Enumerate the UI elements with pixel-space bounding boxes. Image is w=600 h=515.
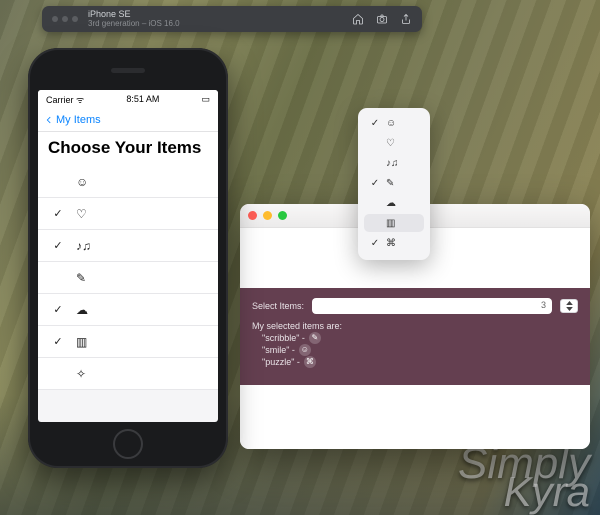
status-time: 8:51 AM xyxy=(126,94,159,104)
result-list: "scribble" - ✎"smile" - ☺"puzzle" - ⌘ xyxy=(252,332,578,368)
purple-section: Select Items: 3 My selected items are: "… xyxy=(240,288,590,385)
home-button[interactable] xyxy=(113,429,143,459)
popover-glyph: ▥ xyxy=(386,218,395,229)
popover-item[interactable]: ☁ xyxy=(364,194,424,212)
traffic-lights[interactable] xyxy=(248,211,287,220)
mac-lower-blank xyxy=(240,385,590,449)
item-glyph: ✎ xyxy=(76,271,86,285)
item-glyph: ☺ xyxy=(76,175,88,189)
popover-item[interactable]: ✓☺ xyxy=(364,114,424,132)
home-icon[interactable] xyxy=(352,13,364,25)
result-label: "smile" - xyxy=(262,344,295,356)
wifi-icon: ᯤ xyxy=(76,95,84,105)
banner-info: iPhone SE 3rd generation – iOS 16.0 xyxy=(88,10,342,28)
watermark: Simply Kyra xyxy=(458,446,590,509)
zoom-icon[interactable] xyxy=(278,211,287,220)
result-line: "smile" - ☺ xyxy=(262,344,578,356)
list-item[interactable]: ✓♡ xyxy=(38,198,218,230)
stepper-down[interactable] xyxy=(561,306,577,312)
checkmark-icon: ✓ xyxy=(370,238,380,249)
popover-item[interactable]: ✓⌘ xyxy=(364,234,424,252)
popover-glyph: ☺ xyxy=(386,118,396,129)
banner-icons xyxy=(352,13,412,25)
checkmark-icon: ✓ xyxy=(52,303,64,316)
select-label: Select Items: xyxy=(252,300,304,312)
popover-item[interactable]: ✓✎ xyxy=(364,174,424,192)
result-label: "scribble" - xyxy=(262,332,305,344)
checkmark-icon: ✓ xyxy=(370,178,380,189)
popover-glyph: ✎ xyxy=(386,178,394,189)
list-item[interactable]: ✧ xyxy=(38,358,218,390)
popover-glyph: ♡ xyxy=(386,138,395,149)
nav-bar[interactable]: My Items xyxy=(38,108,218,132)
item-glyph: ✧ xyxy=(76,367,86,381)
battery-icon: ▭ xyxy=(201,94,210,105)
popover-item[interactable]: ♡ xyxy=(364,134,424,152)
result-line: "puzzle" - ⌘ xyxy=(262,356,578,368)
list-item[interactable]: ✎ xyxy=(38,262,218,294)
list-item[interactable]: ✓☁ xyxy=(38,294,218,326)
result-glyph: ✎ xyxy=(309,332,321,344)
list-item[interactable]: ☺ xyxy=(38,166,218,198)
result-glyph: ☺ xyxy=(299,344,311,356)
item-glyph: ☁ xyxy=(76,303,88,317)
select-field[interactable]: 3 xyxy=(312,298,552,314)
checkmark-icon: ✓ xyxy=(370,118,380,129)
selected-count-badge: 3 xyxy=(541,299,546,311)
camera-icon[interactable] xyxy=(376,13,388,25)
item-list: ☺✓♡✓♪♫✎✓☁✓▥✧ xyxy=(38,166,218,390)
list-item[interactable]: ✓ ♪♫ xyxy=(38,230,218,262)
popover-item[interactable]: ▥ xyxy=(364,214,424,232)
page-title: Choose Your Items xyxy=(38,132,218,166)
iphone-device: Carrier ᯤ 8:51 AM ▭ My Items Choose Your… xyxy=(28,48,228,468)
banner-subtitle: 3rd generation – iOS 16.0 xyxy=(88,20,342,28)
status-bar: Carrier ᯤ 8:51 AM ▭ xyxy=(38,90,218,108)
item-glyph: ▥ xyxy=(76,335,87,349)
result-line: "scribble" - ✎ xyxy=(262,332,578,344)
iphone-speaker xyxy=(111,68,145,73)
back-label: My Items xyxy=(56,114,101,126)
checkmark-icon: ✓ xyxy=(52,335,64,348)
mac-body: Select Items: 3 My selected items are: "… xyxy=(240,228,590,449)
simulator-banner: iPhone SE 3rd generation – iOS 16.0 xyxy=(42,6,422,32)
share-icon[interactable] xyxy=(400,13,412,25)
popover-item[interactable]: ♪♫ xyxy=(364,154,424,172)
item-glyph: ♪♫ xyxy=(76,239,91,253)
minimize-icon[interactable] xyxy=(263,211,272,220)
checkmark-icon: ✓ xyxy=(52,239,64,252)
iphone-screen: Carrier ᯤ 8:51 AM ▭ My Items Choose Your… xyxy=(38,90,218,422)
close-icon[interactable] xyxy=(248,211,257,220)
popover-glyph: ☁ xyxy=(386,198,396,209)
popover-menu[interactable]: ✓☺♡♪♫✓✎☁▥✓⌘ xyxy=(358,108,430,260)
list-item[interactable]: ✓▥ xyxy=(38,326,218,358)
result-label: "puzzle" - xyxy=(262,356,300,368)
banner-dots xyxy=(52,16,78,22)
status-carrier: Carrier ᯤ xyxy=(46,93,84,106)
popover-glyph: ♪♫ xyxy=(386,158,399,169)
popover-glyph: ⌘ xyxy=(386,238,396,249)
select-row: Select Items: 3 xyxy=(252,298,578,314)
result-heading: My selected items are: xyxy=(252,320,578,332)
chevron-left-icon xyxy=(44,115,54,125)
result-glyph: ⌘ xyxy=(304,356,316,368)
stepper[interactable] xyxy=(560,299,578,313)
checkmark-icon: ✓ xyxy=(52,207,64,220)
item-glyph: ♡ xyxy=(76,207,87,221)
